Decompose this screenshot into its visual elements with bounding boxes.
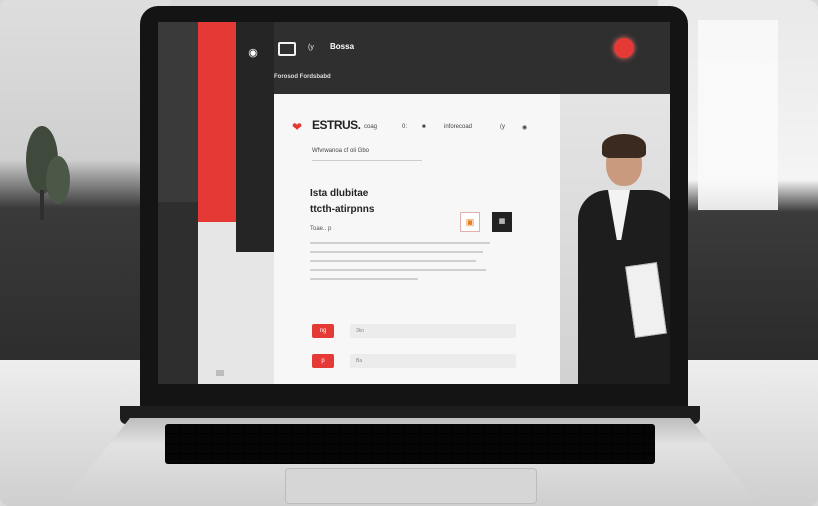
- sidebar-lower-dark: [158, 202, 198, 384]
- input-field-2[interactable]: Ba: [350, 354, 516, 368]
- keyboard: [165, 424, 655, 464]
- heart-icon: ❤: [292, 120, 303, 134]
- nav-item-2[interactable]: Bossa: [330, 42, 354, 51]
- card-nav-item[interactable]: ■: [422, 124, 426, 130]
- laptop-screen: ◉ (y Bossa Forosod Fordsbabd ❤ ESTRUS. c…: [158, 22, 670, 384]
- card-nav-item[interactable]: inforecoad: [444, 124, 472, 130]
- plant-image: [26, 126, 70, 220]
- hero-heading-1: Ista dlubitae: [310, 188, 369, 199]
- avatar[interactable]: [614, 38, 634, 58]
- window: [698, 20, 778, 210]
- sidebar-bottom-icon[interactable]: [216, 370, 224, 376]
- paragraph-placeholder: [310, 242, 490, 287]
- globe-icon[interactable]: ◉: [522, 124, 527, 131]
- hero-heading-2: ttcth-atirpnns: [310, 204, 375, 215]
- card-nav-item[interactable]: 0:: [402, 124, 407, 130]
- person-hair: [602, 134, 646, 158]
- qr-icon[interactable]: ▦: [492, 212, 512, 232]
- sidebar-accent: ◉: [198, 22, 258, 222]
- nav-item-1[interactable]: (y: [308, 44, 314, 51]
- primary-button[interactable]: ng: [312, 324, 334, 338]
- card-nav-item[interactable]: (y: [500, 124, 505, 130]
- hero-photo: [560, 94, 670, 384]
- subnav-label[interactable]: Forosod Fordsbabd: [274, 74, 331, 80]
- image-icon[interactable]: ▣: [460, 212, 480, 232]
- card-subtitle: Wfvrwanoa cf oli Gbo: [312, 148, 370, 154]
- brand-title: ESTRUS.: [312, 118, 361, 132]
- menu-icon[interactable]: [278, 42, 296, 56]
- sidebar-logo-icon[interactable]: ◉: [246, 46, 260, 60]
- trackpad[interactable]: [285, 468, 537, 504]
- divider: [312, 160, 422, 161]
- scene: ◉ (y Bossa Forosod Fordsbabd ❤ ESTRUS. c…: [0, 0, 818, 506]
- card-nav-item[interactable]: coag: [364, 124, 377, 130]
- secondary-button[interactable]: p: [312, 354, 334, 368]
- hero-tagline: Toae.. p: [310, 226, 332, 232]
- input-field[interactable]: 3kn: [350, 324, 516, 338]
- main-card: ❤ ESTRUS. coag 0: ■ inforecoad (y ◉ Wfvr…: [274, 94, 560, 384]
- top-bar: (y Bossa Forosod Fordsbabd: [274, 22, 670, 94]
